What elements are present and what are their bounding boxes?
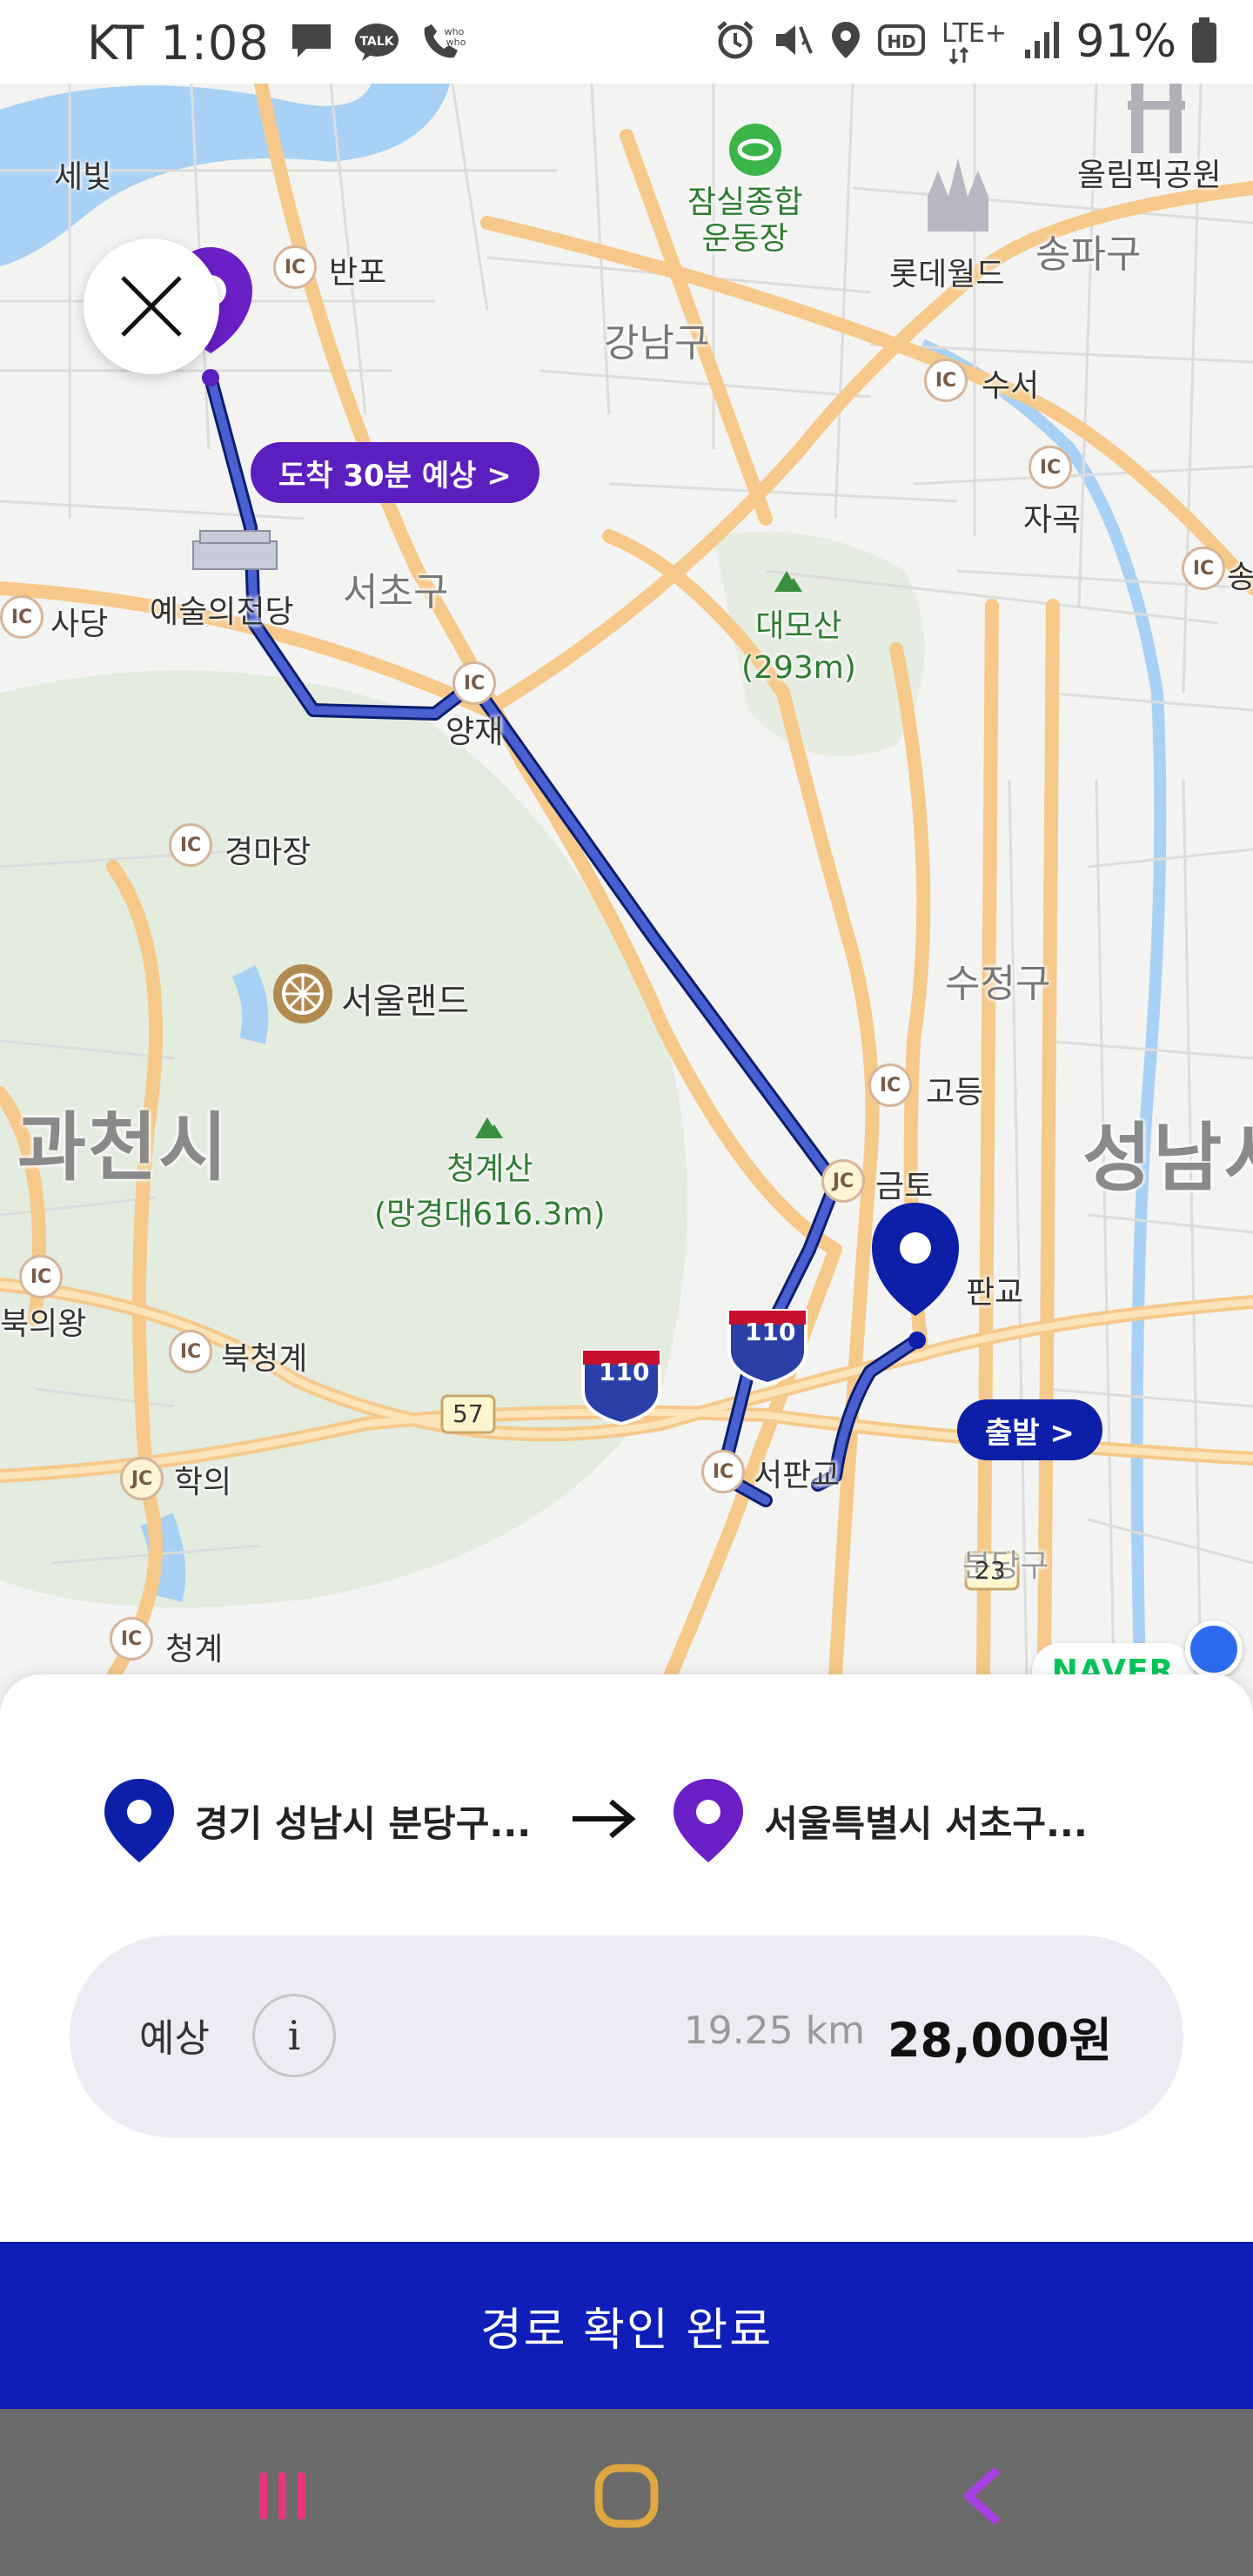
ic-badge-buguiwang: IC (19, 1255, 63, 1298)
map-label-pangyo: 판교 (966, 1275, 1024, 1311)
origin-pin-icon (104, 1779, 174, 1862)
map-label-hakui: 학의 (174, 1465, 232, 1500)
map-label-seoulland: 서울랜드 (341, 982, 470, 1022)
message-icon (289, 21, 334, 66)
hd-text: HD (888, 31, 916, 52)
ic-badge-seopangyo: IC (701, 1450, 745, 1493)
system-nav-bar (0, 2409, 1253, 2576)
map-label-arts-center: 예술의전당 (150, 594, 294, 630)
map-label-daemosan: 대모산 (293m) (741, 608, 856, 686)
map-label-songpa: 송파구 (1035, 232, 1142, 277)
arrow-right-icon (569, 1797, 637, 1844)
jc-badge-geumto: JC (821, 1159, 865, 1203)
back-icon (964, 2468, 999, 2524)
ic-badge-bukcheonggye: IC (169, 1330, 212, 1373)
map-label-jagok: 자곡 (1023, 502, 1082, 538)
signal-icon (1023, 18, 1062, 65)
home-button[interactable] (583, 2452, 670, 2539)
destination-item[interactable]: 서울특별시 서초구... (672, 1777, 1088, 1864)
map-label-bukcheonggye: 북청계 (221, 1341, 308, 1377)
route-summary-sheet: 경기 성남시 분당구... 서울특별시 서초구... 예상 i 19.25 km… (0, 1674, 1253, 2242)
map-label-sujeong: 수정구 (945, 962, 1051, 1006)
close-button[interactable] (84, 238, 219, 374)
home-icon (594, 2464, 659, 2528)
map-label-gangnam: 강남구 (604, 321, 710, 366)
map-label-yangjae: 양재 (446, 714, 504, 750)
info-button[interactable]: i (252, 1994, 336, 2077)
map-label-gwacheon: 과천시 (17, 1104, 230, 1191)
route-110-shield-b: 110 (745, 1318, 796, 1346)
ic-badge-jagok: IC (1029, 446, 1072, 489)
ic-badge-song: IC (1182, 547, 1225, 590)
hd-icon: HD (877, 21, 926, 63)
close-icon (121, 276, 182, 337)
depart-marker[interactable] (872, 1203, 959, 1316)
status-bar: KT 1:08 TALK who who HD LTE+ 91% (0, 0, 1253, 84)
ic-badge-suseo: IC (924, 359, 968, 402)
info-icon: i (287, 2012, 301, 2059)
svg-text:who: who (446, 37, 466, 48)
fare-distance: 19.25 km (683, 2009, 865, 2053)
jc-badge-hakui: JC (120, 1457, 164, 1500)
current-location-dot (1185, 1620, 1243, 1676)
ic-badge-yangjae: IC (452, 661, 496, 705)
lte-text: LTE+ (941, 18, 1007, 49)
route-110-shield-a: 110 (599, 1358, 650, 1386)
battery-percent: 91% (1075, 16, 1176, 68)
ic-badge-cheonggye: IC (110, 1617, 153, 1660)
depart-pill[interactable]: 출발 > (957, 1399, 1102, 1460)
route-57-shield: 57 (452, 1399, 484, 1428)
arrival-eta-pill[interactable]: 도착 30분 예상 > (251, 442, 539, 503)
map-label-seopangyo: 서판교 (754, 1458, 841, 1493)
back-button[interactable] (940, 2452, 1027, 2539)
map-label-seongnam: 성남시 (1082, 1115, 1253, 1202)
ic-badge-gyeongmajang: IC (169, 823, 212, 867)
route-row: 경기 성남시 분당구... 서울특별시 서초구... (103, 1777, 1164, 1864)
map-label-lotteworld: 롯데월드 (889, 257, 1005, 292)
origin-item[interactable]: 경기 성남시 분당구... (103, 1777, 531, 1864)
fare-price: 28,000원 (887, 2013, 1112, 2068)
map-label-cheonggyesan: 청계산 (망경대616.3m) (374, 1151, 606, 1232)
map-label-sebit: 세빛 (54, 159, 112, 195)
carrier-time: KT 1:08 (87, 16, 270, 70)
destination-address: 서울특별시 서초구... (764, 1801, 1088, 1845)
location-icon (828, 18, 863, 65)
map-label-geumto: 금토 (875, 1169, 934, 1204)
svg-text:TALK: TALK (359, 35, 394, 49)
mute-icon (771, 18, 814, 65)
ic-badge-sadang: IC (0, 595, 44, 639)
map-label-gyeongmajang: 경마장 (224, 835, 312, 870)
ic-badge-godeung: IC (868, 1063, 912, 1107)
talk-icon: TALK (353, 21, 400, 66)
origin-address: 경기 성남시 분당구... (195, 1801, 532, 1845)
fare-box: 예상 i 19.25 km 28,000원 (70, 1935, 1183, 2137)
battery-icon (1190, 16, 1218, 68)
map-view[interactable]: 세빛 반포 잠실종합 운동장 롯데월드 올림픽공원 송파구 강남구 수서 자곡 … (0, 84, 1253, 1676)
recent-apps-button[interactable] (239, 2452, 326, 2539)
map-label-sadang: 사당 (50, 607, 109, 642)
fare-label: 예상 (139, 2016, 210, 2061)
map-label-buguiwang: 북의왕 (0, 1306, 87, 1342)
map-label-song-partial: 송 (1227, 560, 1253, 595)
route-23-shield: 23 (975, 1556, 1006, 1585)
map-label-olympic: 올림픽공원 (1077, 158, 1222, 193)
map-label-godeung: 고등 (926, 1075, 984, 1110)
map-label-jamsil: 잠실종합 운동장 (687, 184, 803, 257)
alarm-icon (714, 18, 757, 65)
status-right: HD LTE+ 91% (714, 16, 1218, 68)
map-label-suseo: 수서 (982, 368, 1040, 404)
lte-icon: LTE+ (940, 16, 1009, 68)
confirm-route-button[interactable]: 경로 확인 완료 (0, 2242, 1253, 2409)
map-label-cheonggye: 청계 (165, 1632, 224, 1667)
destination-pin-icon (673, 1779, 744, 1862)
recent-apps-icon (259, 2472, 305, 2519)
status-left: KT 1:08 TALK who who (87, 16, 466, 70)
ic-badge-banpo: IC (273, 245, 317, 289)
naver-logo: NAVER (1032, 1643, 1194, 1676)
map-label-banpo: 반포 (329, 255, 387, 291)
whowho-icon: who who (419, 21, 466, 66)
map-label-seocho-gu: 서초구 (343, 570, 449, 614)
